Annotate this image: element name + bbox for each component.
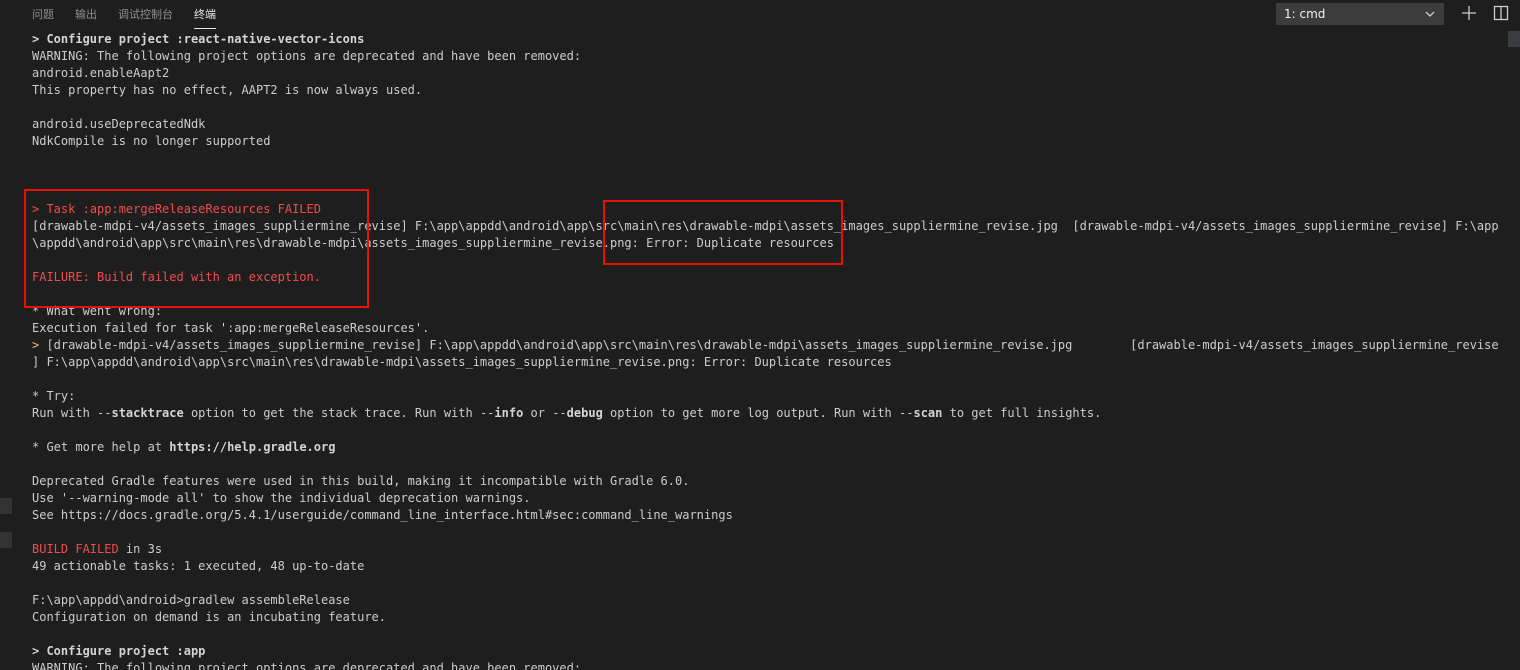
terminal-line: WARNING: The following project options a… [32,660,1500,670]
terminal-text: WARNING: The following project options a… [32,49,582,63]
tab-1[interactable]: 输出 [75,0,97,28]
terminal-text: Use '--warning-mode all' to show the ind… [32,491,531,505]
terminal-line: F:\app\appdd\android>gradlew assembleRel… [32,592,1500,609]
scrollbar-thumb[interactable] [1508,31,1520,47]
terminal-line: Configuration on demand is an incubating… [32,609,1500,626]
terminal-selector[interactable]: 1: cmd [1276,3,1444,25]
gutter-marker [0,532,12,548]
terminal-line: NdkCompile is no longer supported [32,133,1500,150]
terminal-text: \appdd\android\app\src\main\res\drawable… [32,236,834,250]
terminal-text: option to get the stack trace. Run with … [183,406,495,420]
terminal-text: Run with -- [32,406,112,420]
terminal-line: Execution failed for task ':app:mergeRel… [32,320,1500,337]
plus-icon [1462,6,1476,20]
terminal-line: BUILD FAILED in 3s [32,541,1500,558]
terminal-line: * What went wrong: [32,303,1500,320]
terminal-line: FAILURE: Build failed with an exception. [32,269,1500,286]
terminal-line: ] F:\app\appdd\android\app\src\main\res\… [32,354,1500,371]
terminal-selector-value: 1: cmd [1284,7,1326,21]
terminal-text: > Task :app:mergeReleaseResources FAILED [32,202,321,216]
terminal-line: * Get more help at https://help.gradle.o… [32,439,1500,456]
terminal-text: or -- [523,406,567,420]
terminal-text: [drawable-mdpi-v4/assets_images_supplier… [46,338,1499,352]
terminal-text: 49 actionable tasks: 1 executed, 48 up-t… [32,559,365,573]
terminal-text: scan [913,406,943,420]
terminal-text: Configuration on demand is an incubating… [32,610,387,624]
terminal-text: NdkCompile is no longer supported [32,134,271,148]
terminal-line: Deprecated Gradle features were used in … [32,473,1500,490]
terminal-line: 49 actionable tasks: 1 executed, 48 up-t… [32,558,1500,575]
panel-header: 问题 输出 调试控制台 终端 1: cmd [0,0,1520,30]
terminal-text: > [32,338,47,352]
terminal-text: * Try: [32,389,76,403]
chevron-down-icon [1425,11,1435,17]
split-icon [1493,5,1509,21]
terminal-text: info [494,406,524,420]
terminal-text: android.enableAapt2 [32,66,170,80]
terminal-line: > [drawable-mdpi-v4/assets_images_suppli… [32,337,1500,354]
terminal-text: See https://docs.gradle.org/5.4.1/usergu… [32,508,733,522]
tab-2[interactable]: 调试控制台 [118,0,173,28]
terminal-text: android.useDeprecatedNdk [32,117,206,131]
terminal-line: android.enableAapt2 [32,65,1500,82]
terminal-line: * Try: [32,388,1500,405]
terminal-text: ] F:\app\appdd\android\app\src\main\res\… [32,355,892,369]
terminal-text: F:\app\appdd\android>gradlew assembleRel… [32,593,350,607]
terminal-line: Use '--warning-mode all' to show the ind… [32,490,1500,507]
terminal-line: \appdd\android\app\src\main\res\drawable… [32,235,1500,252]
terminal-text: WARNING: The following project options a… [32,661,582,670]
terminal-line: WARNING: The following project options a… [32,48,1500,65]
terminal-text: > Configure project :react-native-vector… [32,32,365,46]
panel-tabs: 问题 输出 调试控制台 终端 [32,0,237,30]
terminal-text: * Get more help at [32,440,170,454]
gutter-marker [0,498,12,514]
terminal-scrollbar[interactable] [1508,31,1520,670]
terminal-line: [drawable-mdpi-v4/assets_images_supplier… [32,218,1500,235]
terminal-line: > Configure project :app [32,643,1500,660]
terminal-line: > Configure project :react-native-vector… [32,31,1500,48]
terminal-text: > Configure project :app [32,644,206,658]
tab-3[interactable]: 终端 [194,0,216,29]
terminal-text: to get full insights. [942,406,1102,420]
terminal-output[interactable]: > Configure project :react-native-vector… [32,31,1500,670]
terminal-text: in 3s [118,542,163,556]
terminal-text: This property has no effect, AAPT2 is no… [32,83,423,97]
terminal-text: https://help.gradle.org [169,440,336,454]
terminal-text: debug [566,406,603,420]
terminal-text: FAILURE: Build failed with an exception. [32,270,321,284]
terminal-line: See https://docs.gradle.org/5.4.1/usergu… [32,507,1500,524]
terminal-line: > Task :app:mergeReleaseResources FAILED [32,201,1500,218]
terminal-text: option to get more log output. Run with … [602,406,914,420]
split-terminal-button[interactable] [1492,4,1510,22]
tab-0[interactable]: 问题 [32,0,54,28]
new-terminal-button[interactable] [1460,4,1478,22]
terminal-text: BUILD FAILED [32,542,119,556]
terminal-text: stacktrace [111,406,184,420]
terminal-line: android.useDeprecatedNdk [32,116,1500,133]
terminal-line: Run with --stacktrace option to get the … [32,405,1500,422]
terminal-text: Execution failed for task ':app:mergeRel… [32,321,430,335]
terminal-text: Deprecated Gradle features were used in … [32,474,690,488]
terminal-text: [drawable-mdpi-v4/assets_images_supplier… [32,219,1499,233]
terminal-text: * What went wrong: [32,304,163,318]
terminal-line: This property has no effect, AAPT2 is no… [32,82,1500,99]
